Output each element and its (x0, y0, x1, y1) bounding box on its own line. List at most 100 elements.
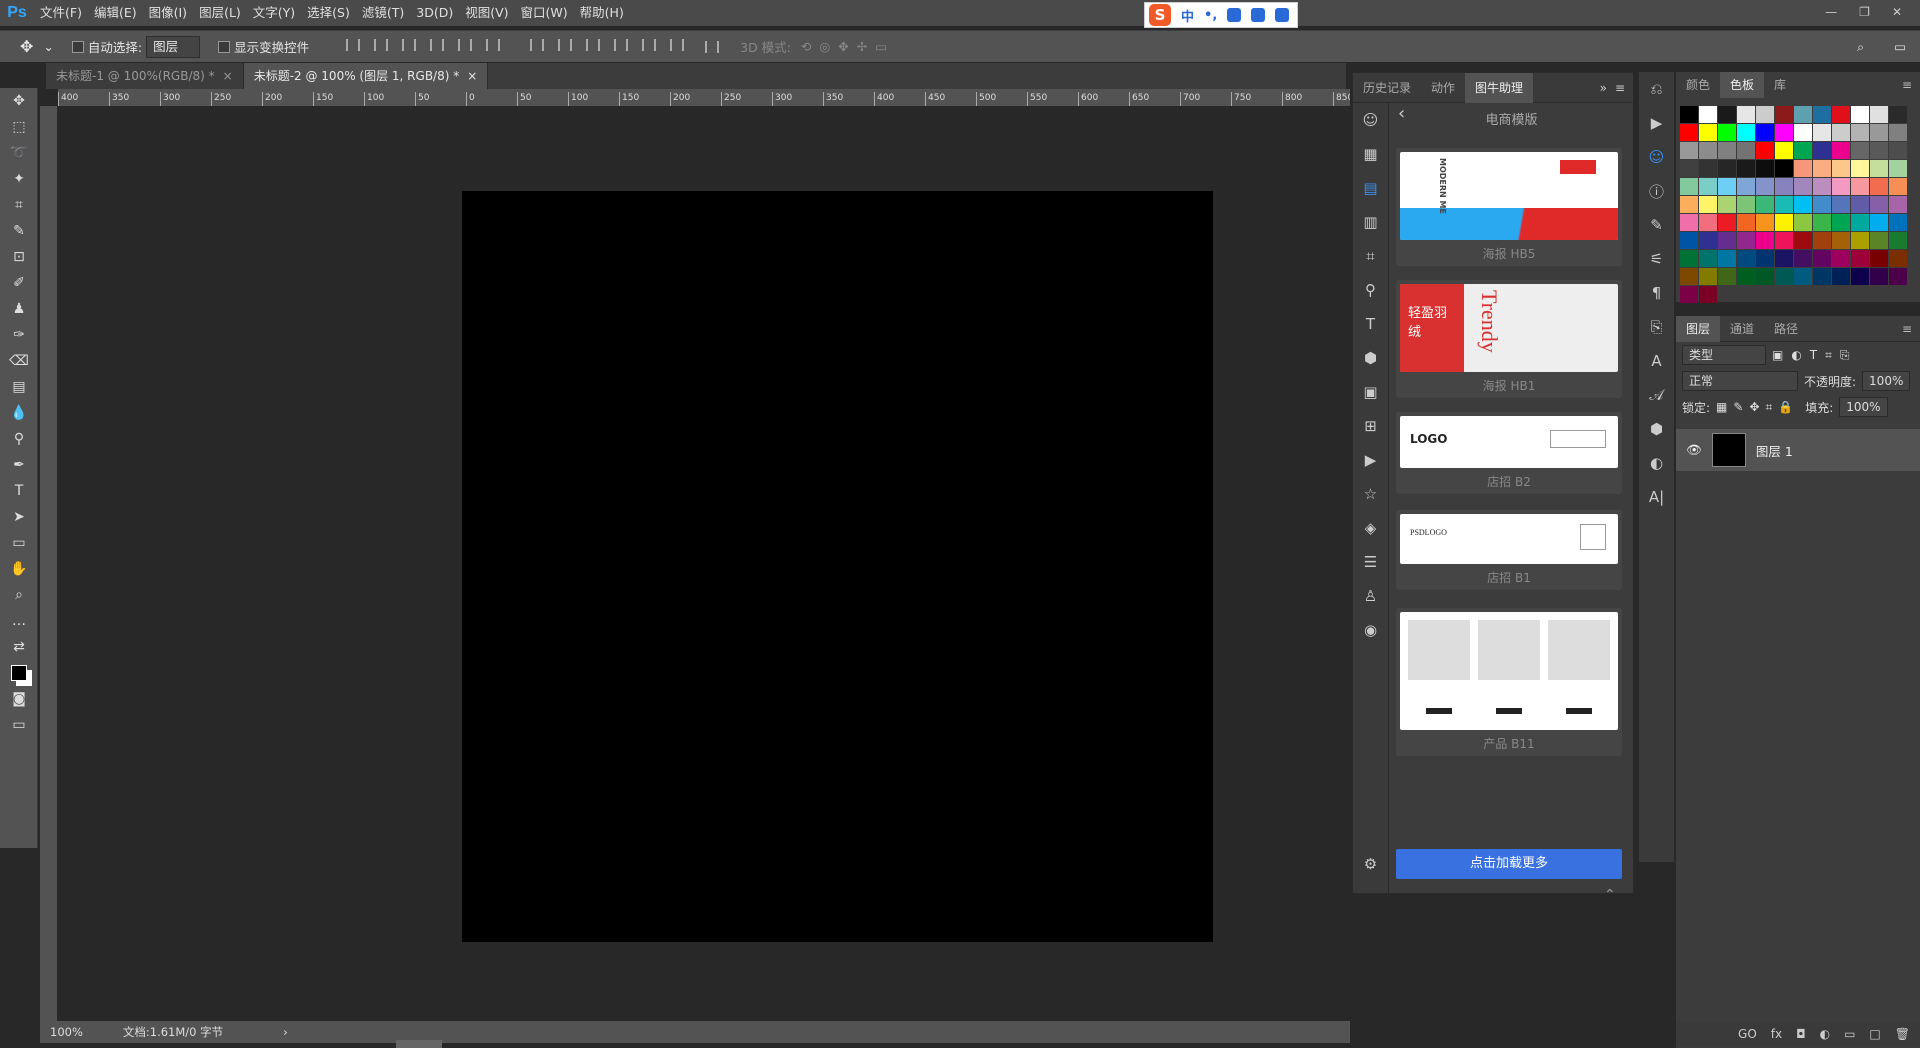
document-canvas[interactable] (462, 191, 1213, 942)
color-swatch[interactable] (1870, 232, 1888, 249)
3d-tool-icons[interactable]: ⟲◎✥✢▭ (801, 39, 895, 54)
star-icon[interactable]: ☆ (1353, 477, 1388, 511)
color-swatch[interactable] (1870, 142, 1888, 159)
color-swatch[interactable] (1794, 160, 1812, 177)
panel-menu-icon[interactable]: ≡ (1615, 81, 1625, 95)
color-swatch[interactable] (1832, 268, 1850, 285)
menu-help[interactable]: 帮助(H) (574, 0, 630, 26)
color-swatch[interactable] (1737, 196, 1755, 213)
align-vcenter-icon[interactable] (374, 39, 389, 51)
menu-image[interactable]: 图像(I) (143, 0, 193, 26)
history-brush-tool-icon[interactable]: ✑ (0, 322, 38, 348)
align-left-icon[interactable] (430, 39, 445, 51)
color-swatch[interactable] (1718, 214, 1736, 231)
clone-source-icon[interactable]: ⎘ (1639, 310, 1674, 344)
color-swatch[interactable] (1756, 268, 1774, 285)
character-icon[interactable]: A| (1639, 480, 1674, 514)
color-swatch[interactable] (1851, 196, 1869, 213)
color-swatch[interactable] (1699, 232, 1717, 249)
grid-icon[interactable]: ▦ (1353, 137, 1388, 171)
tab-actions[interactable]: 动作 (1421, 73, 1465, 103)
color-swatch[interactable] (1737, 124, 1755, 141)
color-swatch[interactable] (1870, 124, 1888, 141)
color-swatch[interactable] (1794, 268, 1812, 285)
color-swatch[interactable] (1851, 142, 1869, 159)
template-card[interactable]: 产品 B11 (1396, 608, 1622, 756)
color-swatch[interactable] (1794, 196, 1812, 213)
color-swatch[interactable] (1832, 214, 1850, 231)
layer-row[interactable]: 👁 图层 1 (1676, 429, 1920, 471)
gradient-tool-icon[interactable]: ▤ (0, 374, 38, 400)
color-swatch[interactable] (1756, 124, 1774, 141)
color-swatch[interactable] (1775, 106, 1793, 123)
color-swatch[interactable] (1794, 106, 1812, 123)
character-style-icon[interactable]: A (1639, 344, 1674, 378)
tab-paths[interactable]: 路径 (1764, 316, 1808, 342)
color-swatch[interactable] (1813, 142, 1831, 159)
magic-wand-tool-icon[interactable]: ✦ (0, 166, 38, 192)
align-bottom-icon[interactable] (402, 39, 417, 51)
distribute-vcenter-icon[interactable] (558, 39, 573, 51)
close-button[interactable]: ✕ (1892, 5, 1902, 19)
color-swatch[interactable] (1851, 214, 1869, 231)
color-swatch[interactable] (1737, 232, 1755, 249)
color-swatch[interactable] (1870, 160, 1888, 177)
filter-kind-dropdown[interactable]: 类型 (1682, 345, 1766, 365)
color-swatch[interactable] (1889, 196, 1907, 213)
color-swatch[interactable] (1889, 178, 1907, 195)
color-swatch[interactable] (1813, 124, 1831, 141)
color-swatch[interactable] (1718, 196, 1736, 213)
3d-icon[interactable]: ⬢ (1639, 412, 1674, 446)
color-swatch[interactable] (1680, 214, 1698, 231)
color-swatch[interactable] (1699, 178, 1717, 195)
zoom-level[interactable]: 100% (50, 1025, 83, 1039)
eraser-tool-icon[interactable]: ⌫ (0, 348, 38, 374)
workspace-icon[interactable]: ▭ (1894, 39, 1906, 54)
color-swatch[interactable] (1680, 268, 1698, 285)
menu-edit[interactable]: 编辑(E) (88, 0, 143, 26)
color-swatch[interactable] (1889, 160, 1907, 177)
auto-select-checkbox[interactable] (71, 40, 84, 53)
blur-tool-icon[interactable]: 💧 (0, 400, 38, 426)
color-swatch[interactable] (1889, 232, 1907, 249)
template-icon[interactable]: ▤ (1353, 171, 1388, 205)
panel-menu-icon[interactable]: ≡ (1902, 322, 1912, 336)
fill-input[interactable]: 100% (1839, 397, 1888, 417)
tab-document-1[interactable]: 未标题-1 @ 100%(RGB/8) * × (46, 63, 244, 89)
color-swatch[interactable] (1756, 232, 1774, 249)
color-swatch[interactable] (1794, 232, 1812, 249)
back-icon[interactable]: ‹ (1398, 103, 1405, 124)
menu-layer[interactable]: 图层(L) (193, 0, 247, 26)
color-swatch[interactable] (1775, 178, 1793, 195)
pen-tool-icon[interactable]: ✒ (0, 452, 38, 478)
color-swatch[interactable] (1813, 214, 1831, 231)
color-swatch[interactable] (1794, 142, 1812, 159)
color-swatch[interactable] (1889, 250, 1907, 267)
tab-history[interactable]: 历史记录 (1353, 73, 1421, 103)
color-swatch[interactable] (1832, 142, 1850, 159)
color-swatch[interactable] (1775, 232, 1793, 249)
menu-filter[interactable]: 滤镜(T) (356, 0, 410, 26)
color-swatch[interactable] (1832, 178, 1850, 195)
color-swatch[interactable] (1756, 106, 1774, 123)
color-swatch[interactable] (1718, 250, 1736, 267)
color-swatch[interactable] (1756, 250, 1774, 267)
color-swatch[interactable] (1680, 250, 1698, 267)
color-swatch[interactable] (1737, 178, 1755, 195)
tab-document-2[interactable]: 未标题-2 @ 100% (图层 1, RGB/8) * × (243, 63, 489, 89)
color-swatch[interactable] (1832, 232, 1850, 249)
stamp-tool-icon[interactable]: ♟ (0, 296, 38, 322)
collapse-icon[interactable]: » (1600, 81, 1607, 95)
color-swatch[interactable] (1832, 160, 1850, 177)
color-swatch[interactable] (1737, 268, 1755, 285)
color-swatch[interactable] (1718, 142, 1736, 159)
paragraph-icon[interactable]: ¶ (1639, 276, 1674, 310)
color-swatch[interactable] (1851, 106, 1869, 123)
color-swatch[interactable] (1699, 286, 1717, 303)
settings-icon[interactable]: ⚙ (1353, 847, 1388, 881)
color-swatch[interactable] (1699, 214, 1717, 231)
menu-file[interactable]: 文件(F) (34, 0, 88, 26)
color-swatch[interactable] (1718, 106, 1736, 123)
color-swatch[interactable] (1813, 268, 1831, 285)
fx-icon[interactable]: fx (1771, 1027, 1782, 1041)
